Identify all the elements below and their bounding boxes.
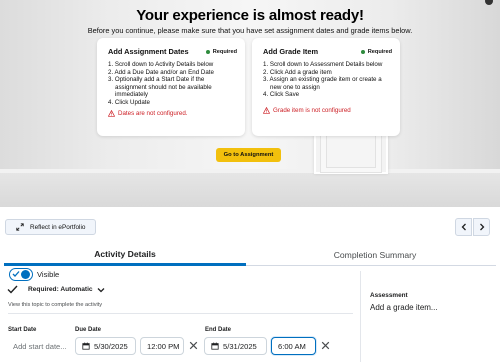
end-date-input[interactable]: 5/31/2025: [204, 337, 267, 355]
clear-end-date-close-icon[interactable]: [320, 340, 331, 351]
step-item: 2. Add a Due Date and/or an End Date: [108, 68, 214, 76]
go-to-assignment-button[interactable]: Go to Assignment: [216, 148, 281, 162]
due-date-label: Due Date: [75, 327, 102, 333]
hero-baseboard: [0, 169, 500, 173]
reflect-in-eportfolio-button[interactable]: Reflect in ePortfolio: [5, 219, 96, 235]
required-badge: Required: [205, 49, 237, 55]
start-date-input[interactable]: Add start date...: [7, 337, 71, 355]
section-divider: [8, 313, 353, 314]
warning-icon: [108, 109, 115, 117]
step-item: 4. Click Save: [263, 91, 300, 99]
required-label: Required: Automatic: [28, 286, 93, 293]
checkmark-icon: [12, 271, 20, 277]
hero-banner: Your experience is almost ready! Before …: [0, 0, 500, 207]
hero-subtitle: Before you continue, please make sure th…: [87, 26, 413, 35]
completion-requirement-dropdown[interactable]: Required: Automatic: [7, 285, 105, 294]
tab-completion-summary[interactable]: Completion Summary: [254, 244, 496, 266]
hero-title: Your experience is almost ready!: [136, 7, 364, 24]
previous-topic-button[interactable]: [455, 218, 472, 236]
due-time-input[interactable]: 12:00 PM: [140, 337, 184, 355]
end-time-input[interactable]: 6:00 AM: [271, 337, 316, 355]
step-item: 3. Optionally add a Start Date if the: [108, 76, 205, 84]
step-item: 1. Scroll down to Activity Details below: [108, 61, 214, 68]
step-item: assignment should not be available: [115, 83, 212, 91]
grade-item-card: Add Grade Item Required 1. Scroll down t…: [252, 38, 400, 136]
grade-warning: Grade item is not configured: [263, 106, 392, 114]
checkmark-icon: [7, 285, 18, 294]
add-grade-item-link[interactable]: Add a grade item...: [370, 303, 438, 312]
steps-list: 1. Scroll down to Assessment Details bel…: [263, 61, 392, 99]
assignment-dates-card: Add Assignment Dates Required 1. Scroll …: [97, 38, 245, 136]
warning-icon: [263, 106, 270, 114]
corner-icon: [485, 0, 493, 5]
step-item: 3. Assign an existing grade item or crea…: [263, 76, 382, 84]
dates-warning: Dates are not configured.: [108, 109, 237, 117]
step-item: 1. Scroll down to Assessment Details bel…: [263, 61, 383, 68]
start-date-label: Start Date: [8, 327, 37, 333]
card-title: Add Grade Item: [263, 47, 319, 56]
column-divider: [360, 271, 361, 362]
end-date-label: End Date: [205, 327, 232, 333]
hero-floor: [0, 172, 500, 207]
step-item: 2. Click Add a grade item: [263, 68, 332, 76]
visible-label: Visible: [37, 270, 60, 279]
required-badge: Required: [360, 49, 392, 55]
card-title: Add Assignment Dates: [108, 47, 189, 56]
steps-list: 1. Scroll down to Activity Details below…: [108, 61, 237, 107]
reflect-label: Reflect in ePortfolio: [30, 223, 86, 231]
completion-hint: View this topic to complete the activity: [8, 302, 103, 308]
chevron-left-icon: [461, 223, 466, 231]
due-date-input[interactable]: 5/30/2025: [75, 337, 136, 355]
tab-activity-details[interactable]: Activity Details: [4, 244, 246, 266]
eportfolio-icon: [16, 223, 24, 231]
chevron-down-icon: [97, 287, 105, 292]
required-dot-icon: [205, 49, 210, 54]
visibility-toggle[interactable]: [9, 268, 33, 281]
next-topic-button[interactable]: [473, 218, 490, 236]
step-item: 4. Click Update: [108, 98, 150, 106]
required-dot-icon: [360, 49, 365, 54]
tab-bar: Activity Details Completion Summary: [4, 244, 496, 266]
calendar-icon: [211, 342, 219, 350]
clear-due-date-close-icon[interactable]: [188, 340, 199, 351]
step-item: new one to assign: [270, 83, 320, 91]
toggle-knob: [21, 270, 30, 279]
calendar-icon: [82, 342, 90, 350]
chevron-right-icon: [479, 223, 484, 231]
step-item: immediately: [115, 91, 149, 99]
assessment-label: Assessment: [370, 292, 408, 299]
